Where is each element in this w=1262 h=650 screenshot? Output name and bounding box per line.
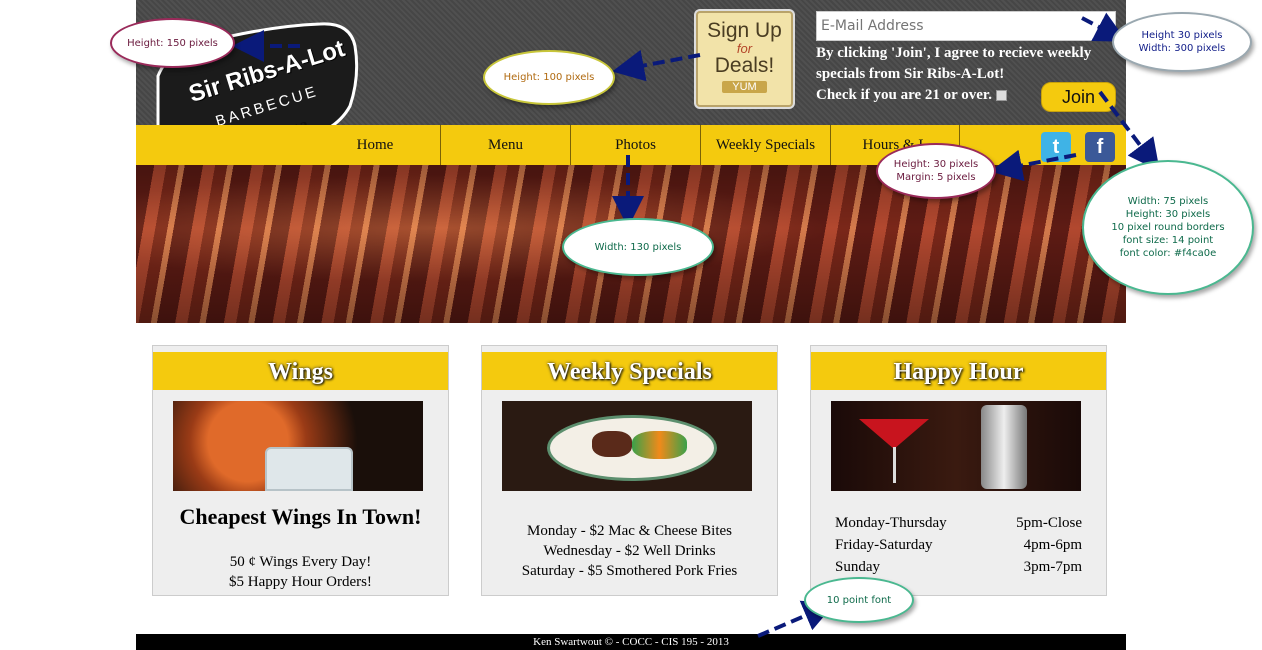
annotation-text: Height: 100 pixels — [503, 72, 595, 83]
annotation-line: Height: 30 pixels — [1125, 209, 1211, 220]
signup-line3: Deals! — [714, 54, 775, 77]
schedule-time: 5pm-Close — [1016, 515, 1082, 531]
twitter-icon[interactable]: t — [1041, 132, 1071, 162]
cocktail-image — [831, 401, 1081, 491]
annotation-logo-height: Height: 150 pixels — [110, 18, 235, 68]
annotation-nav-width: Width: 130 pixels — [562, 218, 714, 276]
schedule-row: Sunday 3pm-7pm — [835, 556, 1082, 578]
annotation-join-button: Width: 75 pixels Height: 30 pixels 10 pixe… — [1082, 160, 1254, 295]
join-button[interactable]: Join — [1041, 82, 1116, 112]
wings-card-title: Wings — [153, 352, 448, 390]
schedule-row: Monday-Thursday 5pm-Close — [835, 512, 1082, 534]
nav-photos[interactable]: Photos — [570, 125, 700, 165]
signup-line1: Sign Up — [707, 19, 782, 42]
annotation-text: 10 point font — [826, 594, 892, 606]
happy-hour-card-title: Happy Hour — [811, 352, 1106, 390]
wings-headline: Cheapest Wings In Town! — [179, 504, 422, 529]
special-saturday: Saturday - $5 Smothered Pork Fries — [521, 563, 738, 579]
vegetables-shape — [632, 431, 687, 459]
special-monday: Monday - $2 Mac & Cheese Bites — [527, 523, 732, 539]
wings-line1: 50 ¢ Wings Every Day! — [229, 554, 372, 570]
steak-shape — [592, 431, 632, 457]
annotation-line: Width: 300 pixels — [1138, 43, 1226, 54]
annotation-line: Height: 30 pixels — [893, 159, 979, 170]
nav-home[interactable]: Home — [310, 125, 440, 165]
age-checkbox[interactable] — [995, 90, 1007, 102]
wings-card: Wings Cheapest Wings In Town! 50 ¢ Wings… — [152, 345, 449, 596]
annotation-line: Width: 75 pixels — [1127, 196, 1209, 207]
annotation-line: Height 30 pixels — [1141, 30, 1223, 41]
happy-hour-card: Happy Hour Monday-Thursday 5pm-Close Frid… — [810, 345, 1107, 596]
dip-cup-shape — [265, 447, 353, 491]
annotation-footer-font: 10 point font — [804, 577, 914, 623]
age-check-label: Check if you are 21 or over. — [816, 87, 992, 103]
shaker-shape — [981, 405, 1027, 489]
site-container: Sir Ribs-A-Lot BARBECUE EST 2013 Sign Up… — [136, 0, 1126, 650]
nav-weekly-specials[interactable]: Weekly Specials — [700, 125, 830, 165]
annotation-text: Height: 30 pixels Margin: 5 pixels — [894, 158, 978, 184]
wings-line2: $5 Happy Hour Orders! — [229, 574, 372, 590]
annotation-line: font size: 14 point — [1122, 235, 1214, 246]
annotation-social-size: Height: 30 pixels Margin: 5 pixels — [876, 143, 996, 199]
signup-yum-tag: YUM — [722, 81, 767, 93]
weekly-specials-card-title: Weekly Specials — [482, 352, 777, 390]
schedule-day: Monday-Thursday — [835, 515, 947, 531]
schedule-day: Friday-Saturday — [835, 537, 933, 553]
special-wednesday: Wednesday - $2 Well Drinks — [543, 543, 716, 559]
martini-stem-shape — [893, 447, 896, 483]
annotation-text: Height: 150 pixels — [127, 37, 218, 49]
nav-menu[interactable]: Menu — [440, 125, 570, 165]
steak-plate-image — [502, 401, 752, 491]
annotation-text: Width: 75 pixels Height: 30 pixels 10 pixe… — [1111, 195, 1224, 260]
facebook-icon[interactable]: f — [1085, 132, 1115, 162]
schedule-day: Sunday — [835, 559, 880, 575]
happy-hour-schedule: Monday-Thursday 5pm-Close Friday-Saturday… — [835, 512, 1082, 578]
annotation-text: Height 30 pixels Width: 300 pixels — [1139, 29, 1226, 55]
schedule-row: Friday-Saturday 4pm-6pm — [835, 534, 1082, 556]
annotation-signup-height: Height: 100 pixels — [483, 50, 615, 105]
footer: Ken Swartwout © - COCC - CIS 195 - 2013 — [136, 634, 1126, 650]
annotation-text: Width: 130 pixels — [594, 241, 682, 253]
annotation-line: 10 pixel round borders — [1111, 222, 1225, 233]
weekly-specials-card: Weekly Specials Monday - $2 Mac & Cheese… — [481, 345, 778, 596]
header: Sir Ribs-A-Lot BARBECUE EST 2013 Sign Up… — [136, 0, 1126, 158]
martini-glass-shape — [859, 419, 929, 449]
consent-statement: By clicking 'Join', I agree to recieve w… — [816, 45, 1092, 82]
email-input[interactable] — [816, 11, 1116, 41]
signup-deals-badge[interactable]: Sign Up for Deals! YUM — [696, 11, 793, 107]
annotation-line: font color: #f4ca0e — [1119, 248, 1217, 259]
wings-image — [173, 401, 423, 491]
schedule-time: 4pm-6pm — [1023, 537, 1082, 553]
annotation-email-size: Height 30 pixels Width: 300 pixels — [1112, 12, 1252, 72]
schedule-time: 3pm-7pm — [1023, 559, 1082, 575]
annotation-line: Margin: 5 pixels — [896, 172, 976, 183]
